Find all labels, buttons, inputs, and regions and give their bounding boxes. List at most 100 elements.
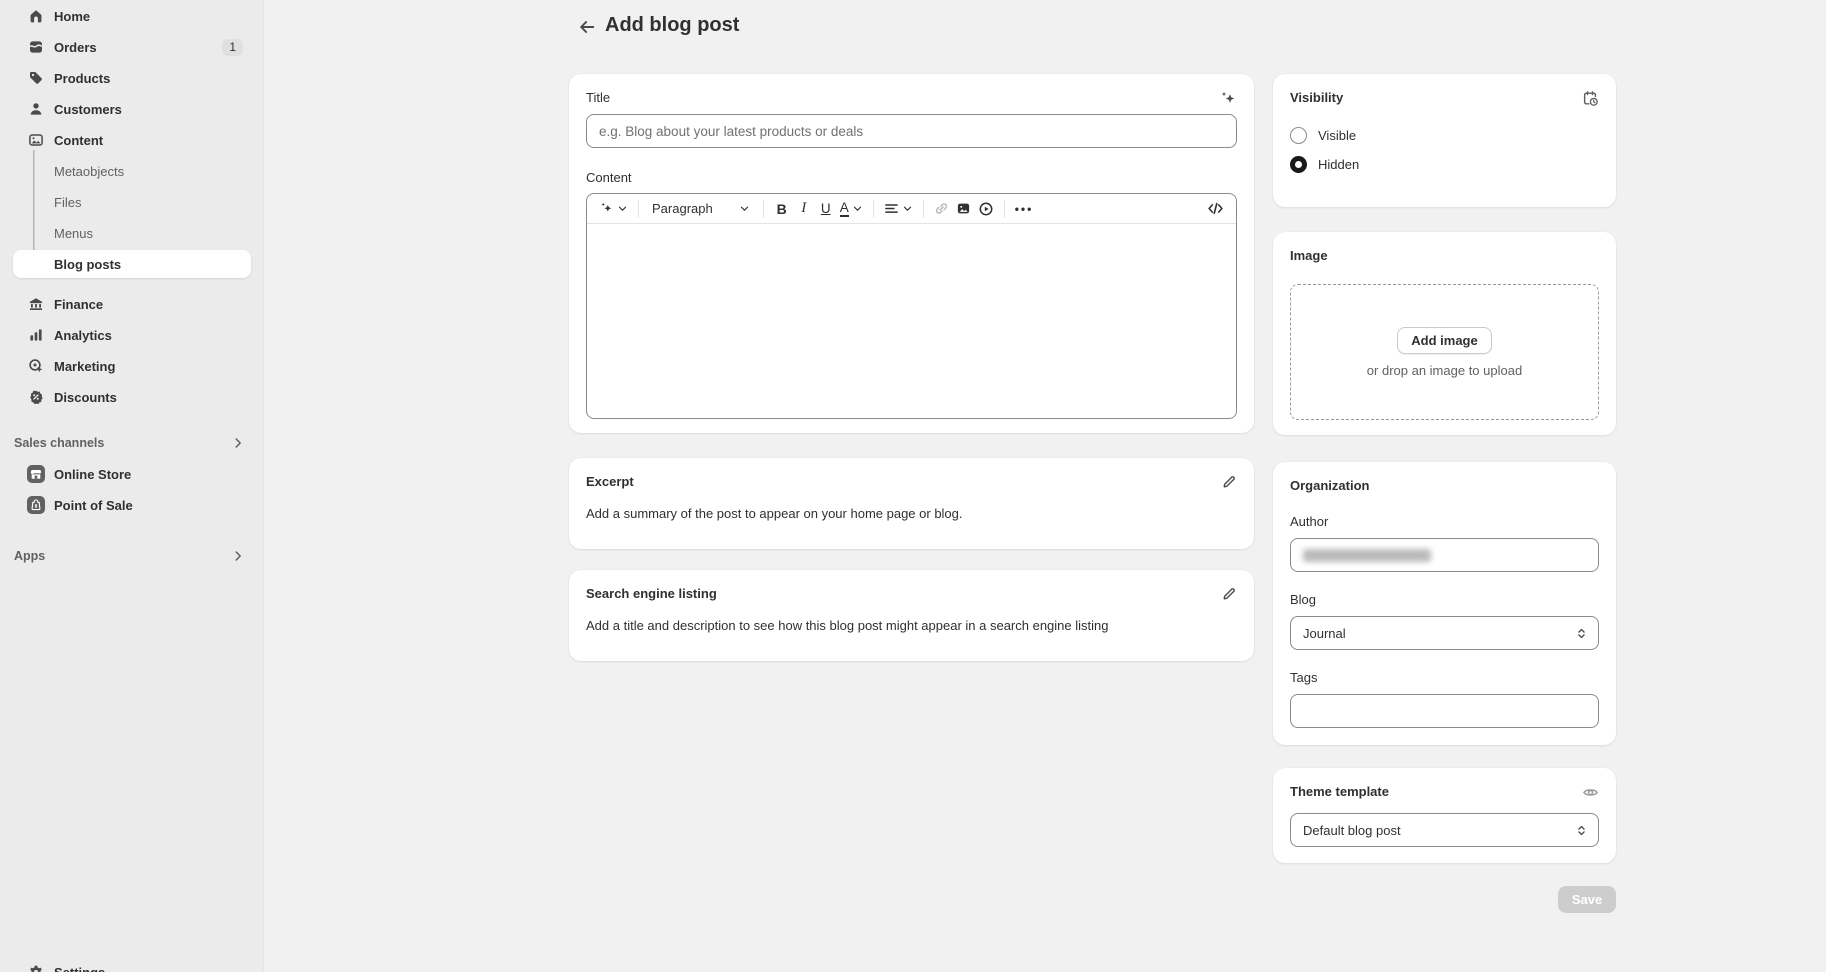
radio-label: Visible [1318,128,1356,143]
sidebar-item-metaobjects[interactable]: Metaobjects [13,157,251,185]
select-updown-icon [1575,824,1588,837]
sidebar-item-menus[interactable]: Menus [13,219,251,247]
image-card: Image Add image or drop an image to uplo… [1273,232,1616,435]
tags-input[interactable] [1290,694,1599,728]
customers-icon [27,101,44,118]
show-html-button[interactable] [1204,197,1227,221]
author-label: Author [1290,514,1599,530]
sidebar-item-files[interactable]: Files [13,188,251,216]
sidebar-item-settings[interactable]: Settings [13,958,251,972]
radio-unselected[interactable] [1290,127,1307,144]
orders-count-badge: 1 [222,39,243,56]
sidebar-item-finance[interactable]: Finance [13,290,251,318]
excerpt-card: Excerpt Add a summary of the post to app… [569,458,1254,549]
blog-label: Blog [1290,592,1599,608]
add-image-button[interactable]: Add image [1397,327,1491,354]
sidebar: Home Orders 1 Products Customers [0,0,264,972]
sidebar-item-marketing[interactable]: Marketing [13,352,251,380]
align-left-icon [884,201,899,216]
sidebar-item-point-of-sale[interactable]: Point of Sale [13,491,251,519]
author-input[interactable] [1290,538,1599,572]
sidebar-item-analytics[interactable]: Analytics [13,321,251,349]
sidebar-item-label: Finance [54,297,103,312]
visibility-option-hidden[interactable]: Hidden [1290,156,1599,173]
visibility-option-visible[interactable]: Visible [1290,127,1599,144]
video-play-icon [978,201,994,217]
title-label: Title [586,90,610,106]
chevron-down-icon [739,203,750,214]
back-button[interactable] [572,12,602,42]
organization-heading: Organization [1290,478,1599,494]
tags-label: Tags [1290,670,1599,686]
toolbar-divider [1004,200,1005,218]
drop-hint: or drop an image to upload [1367,363,1522,378]
sidebar-item-orders[interactable]: Orders 1 [13,33,251,61]
organization-card: Organization Author Blog Journal Tags [1273,462,1616,745]
sidebar-item-online-store[interactable]: Online Store [13,460,251,488]
seo-description: Add a title and description to see how t… [586,618,1237,634]
visibility-card: Visibility Visible Hidden [1273,74,1616,207]
insert-link-button[interactable] [931,197,953,221]
sidebar-item-blog-posts[interactable]: Blog posts [13,250,251,278]
edit-seo-button[interactable] [1221,586,1237,602]
sidebar-item-products[interactable]: Products [13,64,251,92]
text-color-button[interactable]: A [837,197,866,221]
preview-template-button[interactable] [1582,784,1599,801]
ai-sparkle-button[interactable] [1219,90,1237,108]
sidebar-item-customers[interactable]: Customers [13,95,251,123]
save-button[interactable]: Save [1558,886,1616,913]
content-label: Content [586,170,1237,186]
chevron-right-icon [231,549,245,563]
italic-button[interactable]: I [793,197,815,221]
excerpt-description: Add a summary of the post to appear on y… [586,506,1237,522]
insert-video-button[interactable] [975,197,997,221]
sales-channels-header[interactable]: Sales channels [13,429,251,457]
apps-header[interactable]: Apps [13,542,251,570]
sidebar-item-label: Files [54,195,81,210]
shopify-admin-add-blog-post: Home Orders 1 Products Customers [0,0,1826,972]
underline-button[interactable]: U [815,197,837,221]
sidebar-item-label: Blog posts [54,257,121,272]
radio-selected[interactable] [1290,156,1307,173]
home-icon [27,8,44,25]
toolbar-divider [873,200,874,218]
visibility-heading: Visibility [1290,90,1343,106]
sidebar-item-content[interactable]: Content [13,126,251,154]
sidebar-item-discounts[interactable]: Discounts [13,383,251,411]
schedule-visibility-button[interactable] [1582,90,1599,107]
gear-icon [27,964,44,972]
sparkle-icon [599,201,614,216]
editor-toolbar: Paragraph B I U A [587,194,1236,224]
sidebar-item-label: Content [54,133,103,148]
theme-template-card: Theme template Default blog post [1273,768,1616,863]
edit-excerpt-button[interactable] [1221,474,1237,490]
content-rich-text-editor: Paragraph B I U A [586,193,1237,419]
ai-assistant-button[interactable] [596,197,631,221]
text-color-label: A [840,201,849,217]
sales-channels-label: Sales channels [14,436,104,450]
apps-label: Apps [14,549,45,563]
alignment-button[interactable] [881,197,916,221]
pencil-icon [1221,474,1237,490]
seo-heading: Search engine listing [586,586,717,602]
content-textarea[interactable] [587,224,1236,419]
finance-bank-icon [27,296,44,313]
radio-label: Hidden [1318,157,1359,172]
theme-template-select[interactable]: Default blog post [1290,813,1599,847]
insert-image-button[interactable] [953,197,975,221]
bold-button[interactable]: B [771,197,793,221]
blog-select[interactable]: Journal [1290,616,1599,650]
calendar-clock-icon [1582,90,1599,107]
chevron-down-icon [902,203,913,214]
sidebar-settings-section: Settings [0,958,263,972]
title-input[interactable] [586,114,1237,148]
sidebar-item-label: Metaobjects [54,164,124,179]
image-dropzone[interactable]: Add image or drop an image to upload [1290,284,1599,420]
paragraph-style-dropdown[interactable]: Paragraph [646,197,756,221]
page-title: Add blog post [605,11,739,39]
more-options-button[interactable]: ••• [1012,197,1037,221]
analytics-chart-icon [27,327,44,344]
content-media-icon [27,132,44,149]
orders-icon [27,39,44,56]
sidebar-item-home[interactable]: Home [13,2,251,30]
